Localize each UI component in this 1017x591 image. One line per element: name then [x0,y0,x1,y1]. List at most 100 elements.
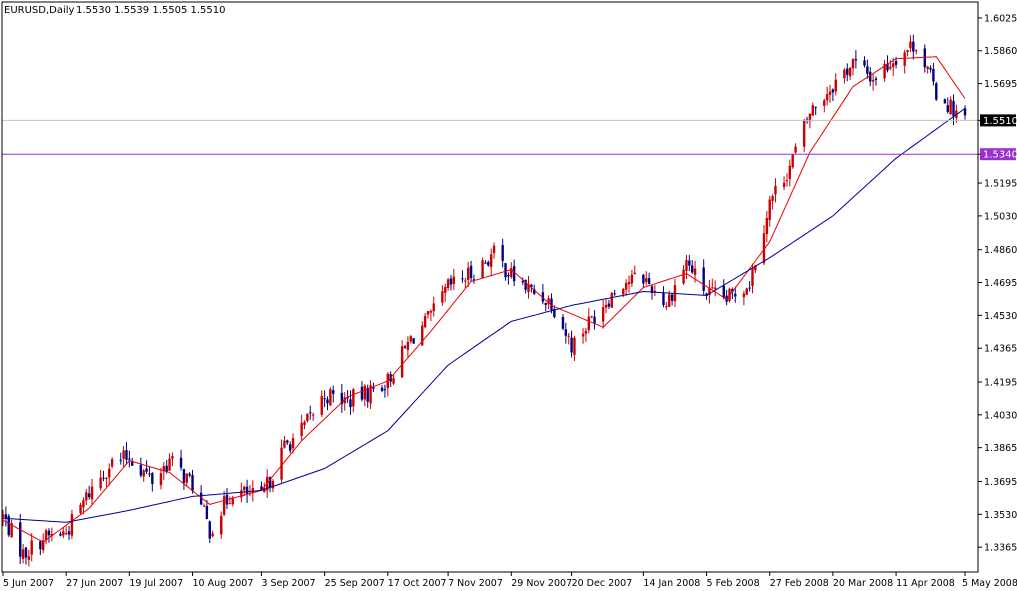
candle-body [19,522,22,557]
candle-body [768,199,771,221]
candle-body [685,259,688,271]
x-tick-label: 17 Oct 2007 [388,578,447,589]
candle-body [622,288,625,295]
candle-body [906,50,909,53]
candle-body [452,276,456,284]
candle-body [702,267,705,291]
candle-body [573,337,576,355]
candle-body [722,285,725,298]
candle-body [329,389,332,406]
candle-body [151,473,154,485]
candle-body [179,457,183,468]
candle-body [145,468,148,472]
y-tick-label: 1.5030 [984,211,1017,222]
chart-title: EURUSD,Daily [4,5,75,16]
candle-body [139,464,143,476]
candle-body [21,549,25,559]
x-tick-label: 10 Aug 2007 [193,578,254,589]
candle-body [774,185,777,195]
candle-body [326,399,329,404]
candle-body [742,293,746,298]
candle-body [243,486,246,491]
y-tick-label: 1.6025 [984,13,1017,24]
x-tick-label: 5 Jun 2007 [3,578,54,589]
candle-body [889,66,892,69]
candle-body [352,389,355,407]
candle-body [441,291,444,303]
candle-body [332,390,335,394]
y-tick-label: 1.4195 [984,378,1017,389]
candle-body [869,71,872,82]
candle-body [590,316,593,318]
candle-body [489,254,493,267]
candle-body [363,385,367,400]
x-tick-label: 5 Feb 2008 [707,578,760,589]
candle-body [349,399,352,408]
candle-body [627,282,631,285]
y-tick-label: 1.3530 [984,510,1017,521]
candle-body [39,541,42,550]
y-tick-label: 1.3865 [984,443,1017,454]
candle-body [461,278,464,280]
candle-body [668,294,671,307]
candle-body [409,336,412,342]
candle-body [24,547,28,558]
candle-body [943,99,947,104]
x-tick-label: 25 Sep 2007 [325,578,385,589]
candle-body [125,450,128,460]
candle-body [110,459,114,467]
candle-body [85,492,88,501]
candle-body [403,346,407,348]
candle-body [185,473,188,483]
candle-body [271,481,275,489]
candle-body [492,245,496,254]
candle-body [811,105,815,116]
candle-body [188,473,191,476]
candle-body [392,378,395,384]
x-tick-label: 27 Jun 2007 [66,578,123,589]
x-tick-label: 29 Nov 2007 [511,578,572,589]
candle-body [323,398,326,400]
candle-body [748,287,751,289]
candle-body [751,268,754,287]
price-chart[interactable]: 1.6025 1.5860 1.5695 1.5510 1.5340 1.5195 1.50… [0,0,1017,591]
candle-body [935,83,938,100]
candle-body [734,293,737,297]
x-tick-label: 7 Nov 2007 [448,578,503,589]
candle-body [587,316,591,331]
candle-body [785,180,789,182]
candle-body [932,68,935,82]
candle-body [688,260,691,266]
x-tick-label: 20 Mar 2008 [833,578,893,589]
candle-body [159,473,163,486]
candle-body [82,500,85,508]
candle-body [863,60,866,66]
candle-body [449,278,453,285]
candle-body [171,456,174,459]
candle-body [814,106,817,108]
candle-body [380,387,384,391]
candle-body [834,79,837,92]
candle-body [168,458,171,471]
candle-body [501,244,504,261]
candle-body [306,413,309,421]
candle-body [62,531,65,536]
candle-body [771,196,774,201]
candle-body [564,329,568,336]
candle-body [220,515,223,535]
candle-body [693,268,697,275]
candle-body [788,165,792,179]
candle-body [507,274,510,277]
candle-body [607,303,611,307]
candle-body [504,263,507,278]
candle-body [484,262,487,264]
x-tick-label: 19 Jul 2007 [129,578,183,589]
candle-body [400,346,404,378]
candle-body [624,282,628,290]
candle-body [102,477,105,479]
candle-body [283,440,286,448]
chart-background [0,0,1017,591]
candle-body [128,458,131,460]
candle-body [426,311,430,315]
candle-body [823,100,826,106]
